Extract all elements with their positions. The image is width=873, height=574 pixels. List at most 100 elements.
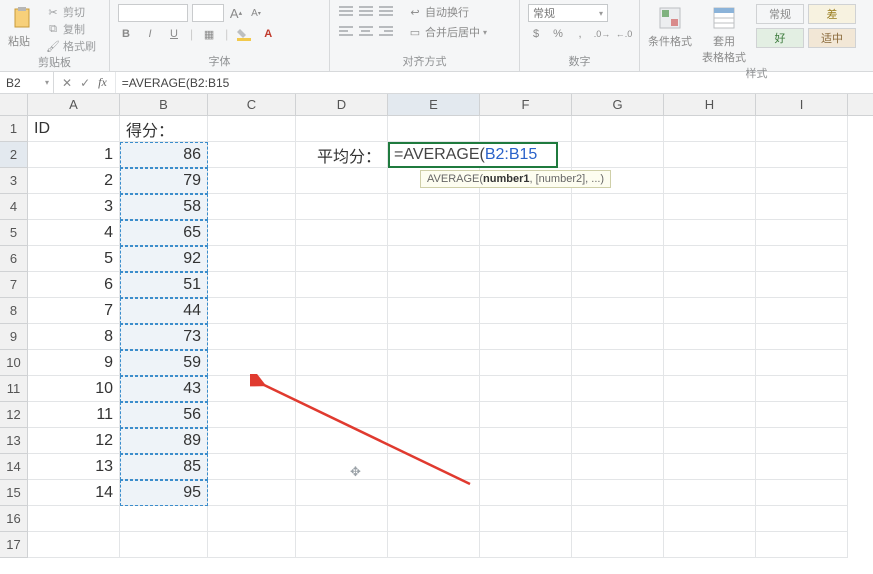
cell[interactable]: 51 [120, 272, 208, 298]
cell[interactable] [388, 324, 480, 350]
cell[interactable] [296, 272, 388, 298]
cell[interactable]: 79 [120, 168, 208, 194]
cell[interactable]: 95 [120, 480, 208, 506]
cell[interactable] [208, 168, 296, 194]
copy-button[interactable]: ⧉ 复制 [46, 21, 96, 37]
cell[interactable]: ID [28, 116, 120, 142]
cell[interactable] [756, 532, 848, 558]
cell[interactable] [572, 454, 664, 480]
row-header[interactable]: 11 [0, 376, 28, 402]
cell[interactable] [480, 428, 572, 454]
col-header-H[interactable]: H [664, 94, 756, 115]
cell[interactable] [208, 220, 296, 246]
cell[interactable] [208, 428, 296, 454]
underline-button[interactable]: U [166, 26, 182, 42]
cell[interactable]: 14 [28, 480, 120, 506]
cell[interactable]: 44 [120, 298, 208, 324]
format-as-table-button[interactable]: 套用 表格格式 [702, 4, 746, 65]
row-header[interactable]: 6 [0, 246, 28, 272]
cell[interactable] [388, 454, 480, 480]
cell[interactable] [480, 246, 572, 272]
align-left-button[interactable] [338, 24, 354, 40]
cell[interactable] [756, 376, 848, 402]
align-right-button[interactable] [378, 24, 394, 40]
cell[interactable] [756, 506, 848, 532]
cell[interactable] [296, 246, 388, 272]
row-header[interactable]: 7 [0, 272, 28, 298]
cell[interactable] [208, 454, 296, 480]
cell[interactable] [572, 220, 664, 246]
font-color-button[interactable]: A [260, 26, 276, 42]
col-header-D[interactable]: D [296, 94, 388, 115]
cell[interactable] [388, 272, 480, 298]
align-bottom-button[interactable] [378, 4, 394, 20]
cell[interactable]: 58 [120, 194, 208, 220]
cell[interactable] [480, 350, 572, 376]
cell[interactable] [208, 142, 296, 168]
conditional-format-button[interactable]: 条件格式 [648, 4, 692, 49]
row-header[interactable]: 3 [0, 168, 28, 194]
cell[interactable] [756, 194, 848, 220]
fill-color-button[interactable] [236, 26, 252, 42]
cell-editor[interactable]: =AVERAGE(B2:B15 [388, 142, 558, 168]
cell[interactable]: 59 [120, 350, 208, 376]
col-header-A[interactable]: A [28, 94, 120, 115]
cell[interactable] [388, 480, 480, 506]
cell[interactable] [572, 376, 664, 402]
cell[interactable]: 9 [28, 350, 120, 376]
cell[interactable] [480, 298, 572, 324]
cell[interactable] [28, 506, 120, 532]
cell[interactable] [296, 298, 388, 324]
row-header[interactable]: 9 [0, 324, 28, 350]
cell[interactable]: 10 [28, 376, 120, 402]
cell[interactable]: 65 [120, 220, 208, 246]
cell[interactable]: 89 [120, 428, 208, 454]
cell[interactable] [480, 194, 572, 220]
row-header[interactable]: 17 [0, 532, 28, 558]
cell-style-bad[interactable]: 差 [808, 4, 856, 24]
cell[interactable] [480, 480, 572, 506]
cell[interactable] [296, 532, 388, 558]
row-header[interactable]: 12 [0, 402, 28, 428]
row-header[interactable]: 5 [0, 220, 28, 246]
cell-style-neutral[interactable]: 适中 [808, 28, 856, 48]
percent-button[interactable]: % [550, 26, 566, 42]
cell[interactable] [664, 532, 756, 558]
cell[interactable] [480, 402, 572, 428]
cell-style-normal[interactable]: 常规 [756, 4, 804, 24]
cell[interactable] [572, 480, 664, 506]
cell[interactable] [388, 194, 480, 220]
cell[interactable]: 56 [120, 402, 208, 428]
cell[interactable]: 平均分： [296, 142, 388, 168]
row-header[interactable]: 1 [0, 116, 28, 142]
cell[interactable]: 85 [120, 454, 208, 480]
align-center-button[interactable] [358, 24, 374, 40]
select-all-corner[interactable] [0, 94, 28, 115]
cell[interactable] [296, 480, 388, 506]
cell[interactable] [756, 220, 848, 246]
cell[interactable] [664, 272, 756, 298]
cell[interactable] [756, 454, 848, 480]
currency-button[interactable]: $ [528, 26, 544, 42]
cell[interactable] [296, 428, 388, 454]
cell[interactable] [296, 376, 388, 402]
cell[interactable] [208, 480, 296, 506]
cell[interactable]: 得分： [120, 116, 208, 142]
cell[interactable] [756, 480, 848, 506]
cell[interactable] [480, 272, 572, 298]
cell[interactable] [756, 298, 848, 324]
col-header-C[interactable]: C [208, 94, 296, 115]
cell[interactable] [572, 428, 664, 454]
cell[interactable]: 73 [120, 324, 208, 350]
formula-input[interactable]: =AVERAGE(B2:B15 [116, 72, 873, 93]
cell[interactable]: 92 [120, 246, 208, 272]
cell[interactable] [388, 428, 480, 454]
merge-center-button[interactable]: ▭ 合并后居中 ▾ [408, 24, 487, 40]
row-header[interactable]: 8 [0, 298, 28, 324]
cell[interactable] [480, 324, 572, 350]
col-header-F[interactable]: F [480, 94, 572, 115]
cell[interactable] [572, 532, 664, 558]
row-header[interactable]: 4 [0, 194, 28, 220]
cell[interactable] [572, 272, 664, 298]
border-button[interactable]: ▦ [201, 26, 217, 42]
